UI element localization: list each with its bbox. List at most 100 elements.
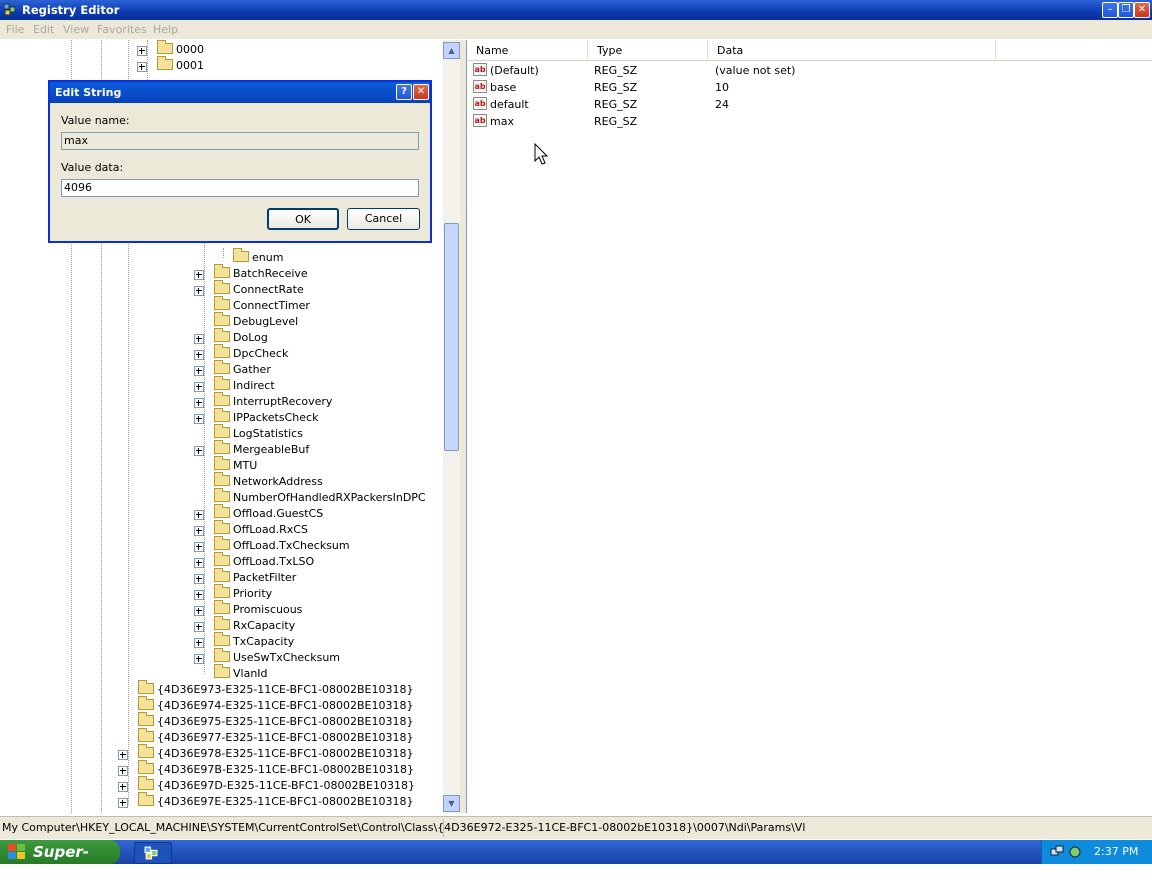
expand-icon[interactable]	[194, 638, 204, 648]
tree-node-networkaddress[interactable]: NetworkAddress	[214, 472, 323, 490]
clock[interactable]: 2:37 PM	[1094, 845, 1138, 858]
tree-node-offload-txlso[interactable]: OffLoad.TxLSO	[194, 552, 314, 570]
folder-icon	[214, 344, 230, 358]
folder-icon	[214, 488, 230, 502]
value-data-input[interactable]: 4096	[61, 179, 419, 197]
value-data-label: Value data:	[61, 161, 124, 174]
tree-node-class[interactable]: {4D36E97E-E325-11CE-BFC1-08002BE10318}	[118, 792, 413, 810]
tree-node-txcapacity[interactable]: TxCapacity	[194, 632, 294, 650]
tree-node-interruptrecovery[interactable]: InterruptRecovery	[194, 392, 332, 410]
column-name[interactable]: Name	[467, 40, 588, 60]
tree-node-rxcapacity[interactable]: RxCapacity	[194, 616, 295, 634]
expand-icon[interactable]	[194, 414, 204, 424]
tree-node-mergeablebuf[interactable]: MergeableBuf	[194, 440, 309, 458]
folder-icon	[214, 536, 230, 550]
expand-icon[interactable]	[194, 606, 204, 616]
expand-icon[interactable]	[194, 574, 204, 584]
folder-icon	[214, 568, 230, 582]
tree-node-debuglevel[interactable]: DebugLevel	[214, 312, 298, 330]
tree-node-batchreceive[interactable]: BatchReceive	[194, 264, 308, 282]
list-row-base[interactable]: ab base REG_SZ 10	[467, 79, 1067, 96]
tree-node-class[interactable]: {4D36E974-E325-11CE-BFC1-08002BE10318}	[138, 696, 414, 714]
tree-node-indirect[interactable]: Indirect	[194, 376, 275, 394]
values-list[interactable]: Name Type Data ab (Default) REG_SZ (valu…	[466, 40, 1152, 813]
close-icon[interactable]: ✕	[1134, 2, 1150, 18]
tree-node-enum[interactable]: enum	[233, 248, 283, 266]
help-icon[interactable]: ?	[396, 84, 412, 100]
expand-icon[interactable]	[194, 270, 204, 280]
column-type[interactable]: Type	[588, 40, 708, 60]
expand-icon[interactable]	[194, 542, 204, 552]
network-icon[interactable]	[1050, 845, 1064, 859]
tree-node-promiscuous[interactable]: Promiscuous	[194, 600, 302, 618]
expand-icon[interactable]	[194, 286, 204, 296]
expand-icon[interactable]	[194, 510, 204, 520]
list-row-max[interactable]: ab max REG_SZ	[467, 113, 1067, 130]
column-data[interactable]: Data	[708, 40, 996, 60]
expand-icon[interactable]	[194, 526, 204, 536]
tree-node-offload-rxcs[interactable]: OffLoad.RxCS	[194, 520, 308, 538]
expand-icon[interactable]	[194, 622, 204, 632]
expand-icon[interactable]	[137, 62, 147, 72]
tree-node-ippacketscheck[interactable]: IPPacketsCheck	[194, 408, 318, 426]
folder-icon	[214, 504, 230, 518]
expand-icon[interactable]	[194, 654, 204, 664]
menu-favorites[interactable]: Favorites	[97, 23, 147, 36]
scroll-up-icon[interactable]: ▲	[443, 42, 460, 59]
scroll-down-icon[interactable]: ▼	[443, 795, 460, 812]
restore-icon[interactable]: ❐	[1118, 2, 1134, 18]
cancel-button[interactable]: Cancel	[347, 208, 420, 230]
tree-node-class[interactable]: {4D36E978-E325-11CE-BFC1-08002BE10318}	[118, 744, 414, 762]
taskbar-registry-editor-button[interactable]	[134, 842, 172, 864]
tree-node-numberofhandledrxpackersindpc[interactable]: NumberOfHandledRXPackersInDPC	[214, 488, 426, 506]
dialog-close-icon[interactable]: ✕	[413, 84, 429, 100]
tree-node-0001[interactable]: 0001	[137, 56, 204, 74]
expand-icon[interactable]	[194, 382, 204, 392]
menu-edit[interactable]: Edit	[33, 23, 54, 36]
tree-node-packetfilter[interactable]: PacketFilter	[194, 568, 296, 586]
folder-icon	[138, 760, 154, 774]
folder-icon	[138, 712, 154, 726]
expand-icon[interactable]	[194, 446, 204, 456]
tree-node-useswtxchecksum[interactable]: UseSwTxChecksum	[194, 648, 340, 666]
tree-scrollbar[interactable]: ▲ ▼	[443, 40, 460, 813]
tray-status-icon[interactable]	[1068, 845, 1082, 859]
expand-icon[interactable]	[118, 766, 128, 776]
tree-node-offload-txchecksum[interactable]: OffLoad.TxChecksum	[194, 536, 350, 554]
expand-icon[interactable]	[118, 798, 128, 808]
list-row-default-value[interactable]: ab default REG_SZ 24	[467, 96, 1067, 113]
expand-icon[interactable]	[118, 750, 128, 760]
expand-icon[interactable]	[194, 398, 204, 408]
menu-view[interactable]: View	[63, 23, 89, 36]
tree-node-dpccheck[interactable]: DpcCheck	[194, 344, 288, 362]
folder-icon	[214, 520, 230, 534]
tree-node-connectrate[interactable]: ConnectRate	[194, 280, 304, 298]
tree-node-connecttimer[interactable]: ConnectTimer	[214, 296, 310, 314]
expand-icon[interactable]	[194, 366, 204, 376]
expand-icon[interactable]	[137, 46, 147, 56]
tree-node-class[interactable]: {4D36E97B-E325-11CE-BFC1-08002BE10318}	[118, 760, 414, 778]
tree-node-logstatistics[interactable]: LogStatistics	[214, 424, 303, 442]
value-name-field: max	[61, 132, 419, 150]
menu-file[interactable]: File	[6, 23, 24, 36]
scroll-thumb[interactable]	[444, 223, 459, 451]
tree-node-class[interactable]: {4D36E975-E325-11CE-BFC1-08002BE10318}	[138, 712, 414, 730]
start-button[interactable]: Super-Lite	[0, 840, 120, 885]
folder-icon	[214, 456, 230, 470]
expand-icon[interactable]	[118, 782, 128, 792]
tree-node-class[interactable]: {4D36E977-E325-11CE-BFC1-08002BE10318}	[138, 728, 414, 746]
minimize-icon[interactable]: –	[1102, 2, 1118, 18]
ok-button[interactable]: OK	[267, 208, 339, 230]
windows-logo-icon	[8, 844, 25, 859]
expand-icon[interactable]	[194, 334, 204, 344]
menu-help[interactable]: Help	[153, 23, 178, 36]
expand-icon[interactable]	[194, 590, 204, 600]
tree-node-class[interactable]: {4D36E973-E325-11CE-BFC1-08002BE10318}	[138, 680, 414, 698]
expand-icon[interactable]	[194, 558, 204, 568]
tree-node-offload-guestcs[interactable]: Offload.GuestCS	[194, 504, 323, 522]
list-row-default[interactable]: ab (Default) REG_SZ (value not set)	[467, 62, 1067, 79]
tree-node-class[interactable]: {4D36E97D-E325-11CE-BFC1-08002BE10318}	[118, 776, 415, 794]
tree-node-vlanid[interactable]: VlanId	[214, 664, 268, 682]
folder-icon	[214, 376, 230, 390]
expand-icon[interactable]	[194, 350, 204, 360]
